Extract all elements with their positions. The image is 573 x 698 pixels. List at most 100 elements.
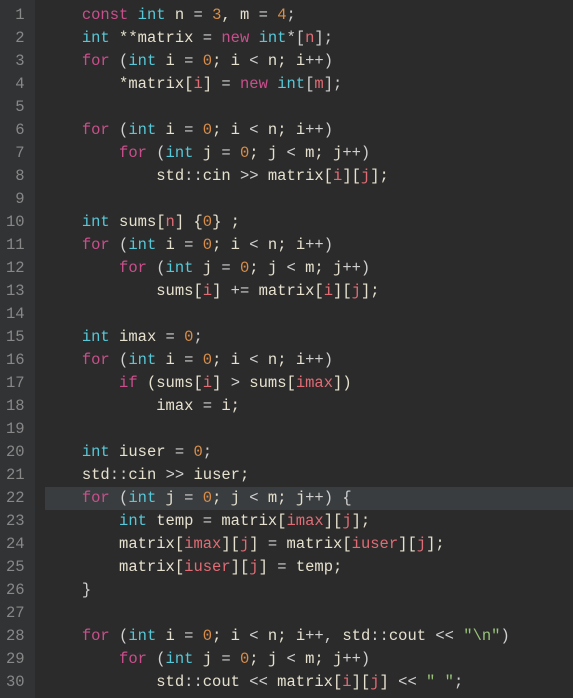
- token-id: ]: [380, 673, 399, 691]
- code-line[interactable]: [45, 188, 573, 211]
- token-op: (: [110, 489, 129, 507]
- token-id: imax: [156, 397, 203, 415]
- code-line[interactable]: [45, 303, 573, 326]
- code-line[interactable]: for (int i = 0; i < n; i++): [45, 119, 573, 142]
- token-id: n: [268, 627, 277, 645]
- token-id: ; i: [212, 236, 249, 254]
- token-op: (: [147, 144, 166, 162]
- token-mid: j: [361, 167, 370, 185]
- code-line[interactable]: matrix[iuser][j] = temp;: [45, 556, 573, 579]
- code-line[interactable]: for (int j = 0; j < m; j++) {: [45, 487, 573, 510]
- token-op: =: [184, 627, 203, 645]
- token-num: 4: [277, 6, 286, 24]
- code-editor: 1234567891011121314151617181920212223242…: [0, 0, 573, 698]
- token-id: ; i: [212, 351, 249, 369]
- code-area[interactable]: const int n = 3, m = 4; int **matrix = n…: [35, 0, 573, 698]
- code-line[interactable]: int imax = 0;: [45, 326, 573, 349]
- token-op: <<: [435, 627, 463, 645]
- token-op: ++): [342, 650, 370, 668]
- code-line[interactable]: for (int i = 0; i < n; i++, std::cout <<…: [45, 625, 573, 648]
- token-type: int: [82, 29, 110, 47]
- token-op: <: [287, 650, 306, 668]
- token-mid: n: [305, 29, 314, 47]
- token-id: j: [193, 144, 221, 162]
- token-id: cout: [389, 627, 436, 645]
- code-line[interactable]: int **matrix = new int*[n];: [45, 27, 573, 50]
- code-line[interactable]: sums[i] += matrix[i][j];: [45, 280, 573, 303]
- token-op: =: [166, 328, 185, 346]
- token-op: (: [110, 627, 129, 645]
- token-op: <: [249, 627, 268, 645]
- token-mid: j: [352, 282, 361, 300]
- token-id: ]: [212, 282, 231, 300]
- token-id: ][: [324, 512, 343, 530]
- token-id: j: [156, 489, 184, 507]
- code-line[interactable]: *matrix[i] = new int[m];: [45, 73, 573, 96]
- token-id: sums[: [249, 374, 296, 392]
- code-line[interactable]: imax = i;: [45, 395, 573, 418]
- token-type: int: [166, 259, 194, 277]
- token-id: ; i: [277, 52, 305, 70]
- code-line[interactable]: const int n = 3, m = 4;: [45, 4, 573, 27]
- token-num: 0: [193, 443, 202, 461]
- token-id: temp;: [296, 558, 343, 576]
- code-line[interactable]: for (int j = 0; j < m; j++): [45, 142, 573, 165]
- code-line[interactable]: for (int i = 0; i < n; i++): [45, 50, 573, 73]
- code-line[interactable]: [45, 418, 573, 441]
- token-id: n: [268, 52, 277, 70]
- line-number: 18: [6, 395, 25, 418]
- line-number: 19: [6, 418, 25, 441]
- token-id: n: [268, 236, 277, 254]
- line-number-gutter: 1234567891011121314151617181920212223242…: [0, 0, 35, 698]
- code-line[interactable]: for (int j = 0; j < m; j++): [45, 257, 573, 280]
- token-str: "\n": [463, 627, 500, 645]
- token-id: ; i: [277, 351, 305, 369]
- token-op: (: [110, 351, 129, 369]
- token-op: ::: [110, 466, 129, 484]
- code-line[interactable]: }: [45, 579, 573, 602]
- token-id: i;: [221, 397, 240, 415]
- token-id: ; i: [277, 121, 305, 139]
- code-line[interactable]: std::cin >> matrix[i][j];: [45, 165, 573, 188]
- code-line[interactable]: for (int i = 0; i < n; i++): [45, 234, 573, 257]
- code-line[interactable]: std::cin >> iuser;: [45, 464, 573, 487]
- token-str: " ": [426, 673, 454, 691]
- code-line[interactable]: int sums[n] {0} ;: [45, 211, 573, 234]
- token-id: ][: [398, 535, 417, 553]
- code-line[interactable]: std::cout << matrix[i][j] << " ";: [45, 671, 573, 694]
- token-kw: for: [119, 144, 147, 162]
- code-line[interactable]: for (int j = 0; j < m; j++): [45, 648, 573, 671]
- token-id: n: [166, 6, 194, 24]
- token-mid: j: [240, 535, 249, 553]
- token-id: ; j: [314, 259, 342, 277]
- token-kw: for: [82, 236, 110, 254]
- token-type: int: [138, 6, 166, 24]
- code-line[interactable]: int iuser = 0;: [45, 441, 573, 464]
- token-id: ; j: [314, 650, 342, 668]
- token-kw: for: [82, 351, 110, 369]
- token-id: sums[: [156, 282, 203, 300]
- token-ns: std: [156, 673, 184, 691]
- code-line[interactable]: matrix[imax][j] = matrix[iuser][j];: [45, 533, 573, 556]
- code-line[interactable]: for (int i = 0; i < n; i++): [45, 349, 573, 372]
- token-type: int: [128, 236, 156, 254]
- token-op: <: [249, 351, 268, 369]
- token-mid: i: [193, 75, 202, 93]
- code-line[interactable]: [45, 96, 573, 119]
- code-line[interactable]: int temp = matrix[imax][j];: [45, 510, 573, 533]
- token-num: 0: [203, 236, 212, 254]
- token-id: imax: [110, 328, 166, 346]
- token-op: <<: [249, 673, 277, 691]
- token-type: int: [277, 75, 305, 93]
- token-op: =: [221, 259, 240, 277]
- token-type: int: [119, 512, 147, 530]
- code-line[interactable]: [45, 602, 573, 625]
- token-mid: iuser: [184, 558, 231, 576]
- line-number: 8: [6, 165, 25, 188]
- token-ns: std: [156, 167, 184, 185]
- token-op: <: [249, 52, 268, 70]
- token-mid: j: [370, 673, 379, 691]
- token-op: ++) {: [305, 489, 352, 507]
- code-line[interactable]: if (sums[i] > sums[imax]): [45, 372, 573, 395]
- token-id: matrix[: [119, 535, 184, 553]
